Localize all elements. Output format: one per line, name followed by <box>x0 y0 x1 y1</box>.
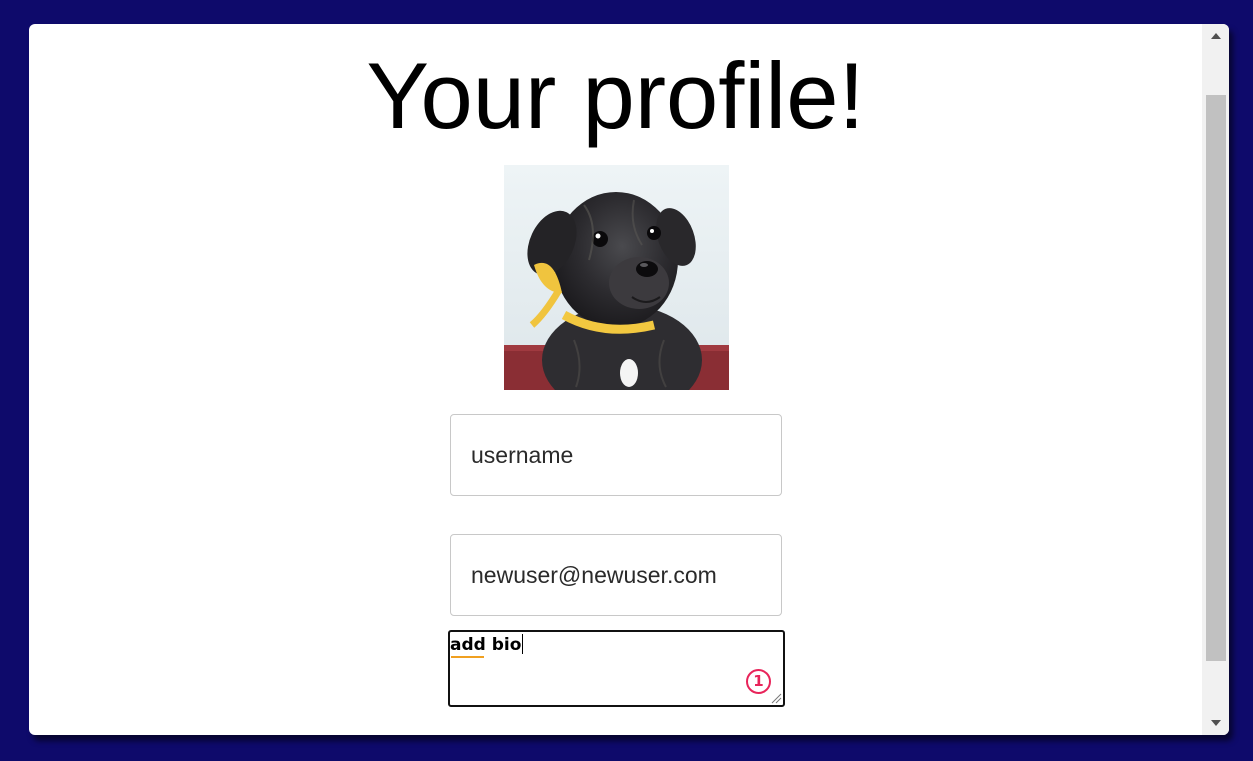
avatar[interactable] <box>504 165 729 390</box>
vertical-scrollbar[interactable] <box>1202 24 1229 735</box>
bio-text: add bio <box>450 634 524 655</box>
bio-textarea[interactable]: add bio 1 <box>448 630 785 707</box>
grammar-suggestion-badge[interactable]: 1 <box>746 669 771 694</box>
email-field[interactable]: newuser@newuser.com <box>450 534 782 616</box>
profile-content: Your profile! username newuser@newuser.c… <box>29 24 1202 735</box>
spellcheck-underline <box>451 656 484 658</box>
username-field[interactable]: username <box>450 414 782 496</box>
text-caret <box>522 634 524 654</box>
bio-value: add bio <box>450 635 522 655</box>
scroll-down-arrow-icon[interactable] <box>1202 711 1229 735</box>
profile-card: Your profile! username newuser@newuser.c… <box>29 24 1229 735</box>
page-title: Your profile! <box>366 43 865 148</box>
scrollbar-thumb[interactable] <box>1206 95 1226 661</box>
scroll-up-arrow-icon[interactable] <box>1202 24 1229 48</box>
resize-grip-icon[interactable] <box>770 692 782 704</box>
puppy-photo <box>504 165 729 390</box>
